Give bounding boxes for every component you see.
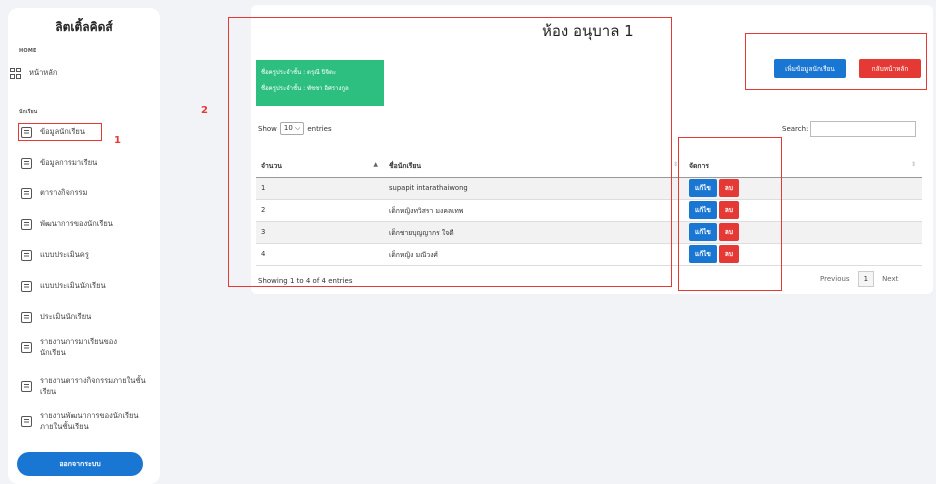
sidebar-item-development-report[interactable]: รายงานพัฒนาการของนักเรียนภายในชั้นเรียน [21, 410, 146, 432]
list-icon [21, 341, 32, 353]
sidebar-item-activity-schedule[interactable]: ตารางกิจกรรม [21, 187, 159, 199]
sidebar-item-label: รายงานพัฒนาการของนักเรียนภายในชั้นเรียน [40, 411, 139, 431]
sidebar-item-label: ข้อมูลนักเรียน [40, 127, 85, 136]
sidebar-item-label: พัฒนาการของนักเรียน [40, 219, 113, 228]
list-icon [21, 415, 32, 427]
list-icon [21, 249, 32, 261]
next-button[interactable]: Next [882, 275, 898, 283]
pagination: Previous 1 Next [820, 271, 898, 287]
sidebar-item-label: แบบประเมินครู [40, 250, 89, 259]
list-icon [21, 311, 32, 323]
list-icon [21, 380, 32, 392]
sidebar-item-development[interactable]: พัฒนาการของนักเรียน [21, 218, 159, 230]
sidebar-item-teacher-eval[interactable]: แบบประเมินครู [21, 249, 159, 261]
list-icon [21, 218, 32, 230]
sidebar-item-label: รายงานตารางกิจกรรมภายในชั้นเรียน [40, 376, 146, 396]
sidebar-item-label: ประเมินนักเรียน [40, 312, 92, 321]
logout-button[interactable]: ออกจากระบบ [17, 452, 143, 476]
section-student-label: นักเรียน [19, 109, 38, 115]
annotation-box-4 [745, 33, 927, 90]
sidebar-item-label: รายงานการมาเรียนของนักเรียน [40, 337, 117, 357]
previous-button[interactable]: Previous [820, 275, 850, 283]
sidebar-item-label: แบบประเมินนักเรียน [40, 281, 106, 290]
annotation-2: 2 [201, 105, 208, 116]
sidebar-item-label: ข้อมูลการมาเรียน [40, 158, 98, 167]
list-icon [21, 187, 32, 199]
list-icon [21, 126, 32, 138]
search-input[interactable] [810, 121, 917, 137]
brand-logo-text: ลิตเติ้ลคิดส์ [55, 20, 113, 34]
sidebar-item-activity-report[interactable]: รายงานตารางกิจกรรมภายในชั้นเรียน [21, 375, 146, 397]
annotation-box-3 [678, 137, 782, 291]
list-icon [21, 280, 32, 292]
sidebar-item-evaluate-student[interactable]: ประเมินนักเรียน [21, 311, 159, 323]
sidebar-item-home[interactable]: หน้าหลัก [10, 67, 148, 79]
sidebar-item-attendance-report[interactable]: รายงานการมาเรียนของนักเรียน [21, 336, 141, 358]
annotation-1: 1 [114, 135, 121, 146]
annotation-box-2 [228, 17, 672, 287]
dashboard-icon [10, 67, 21, 79]
search-label: Search: [782, 125, 809, 133]
sidebar-item-student-eval-form[interactable]: แบบประเมินนักเรียน [21, 280, 159, 292]
search-control: Search: [782, 121, 917, 137]
sidebar-item-label: หน้าหลัก [29, 68, 58, 77]
sidebar-item-label: ตารางกิจกรรม [40, 188, 88, 197]
list-icon [21, 157, 32, 169]
page-1-button[interactable]: 1 [857, 271, 875, 287]
section-home-label: HOME [19, 48, 37, 54]
sidebar-item-attendance[interactable]: ข้อมูลการมาเรียน [21, 157, 159, 169]
sidebar-item-student-data[interactable]: ข้อมูลนักเรียน [18, 123, 102, 141]
